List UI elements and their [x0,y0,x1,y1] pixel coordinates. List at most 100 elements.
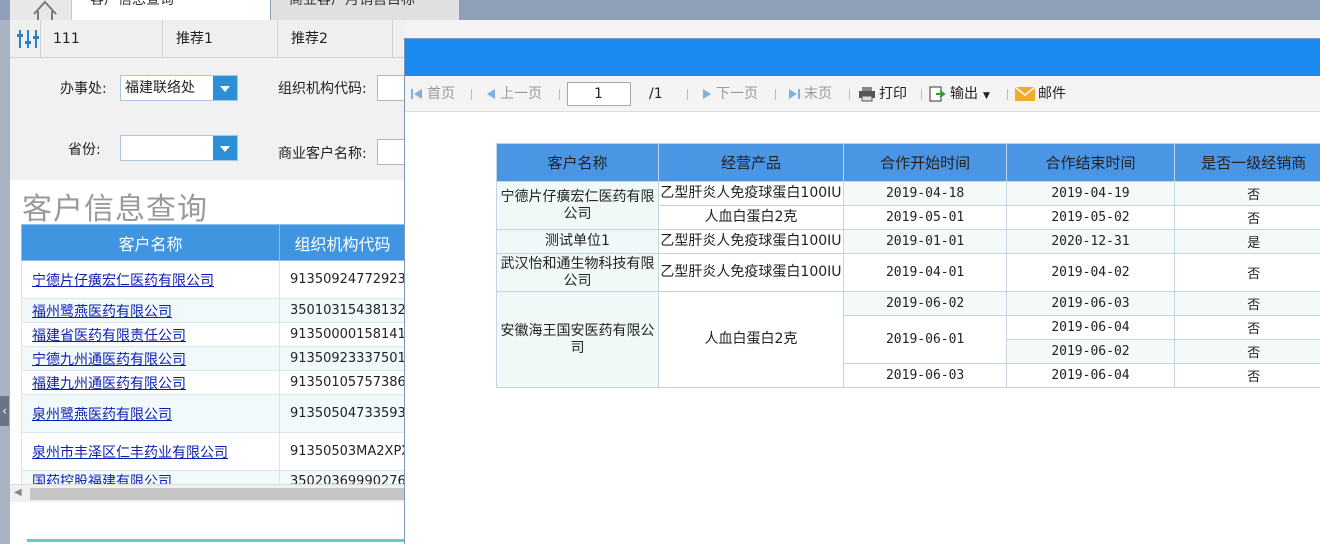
table-row: 安徽海王国安医药有限公司 人血白蛋白2克 2019-06-02 2019-06-… [495,291,1320,388]
collapse-left-icon[interactable]: ‹ [0,396,9,426]
last-page-icon [789,89,800,99]
report-cell-flag: 否 [1173,253,1320,292]
customer-name-cell: 福州鹭燕医药有限公司 [21,298,280,323]
table-row[interactable]: 福州鹭燕医药有限公司 350103154381328 [21,298,405,323]
org-code-input[interactable] [377,75,405,101]
customer-name-link[interactable]: 福建九州通医药有限公司 [32,376,186,392]
tab-monthly-sales-target[interactable]: 商业客户月销售目标 [271,0,459,20]
print-label: 打印 [879,86,907,102]
report-table: 客户名称 经营产品 合作开始时间 合作结束时间 是否一级经销商 宁德片仔癀宏仁医… [495,143,1320,388]
report-cell-start: 2019-04-18 [842,181,1008,206]
tab-customer-info[interactable]: 客户信息查询 [72,0,270,20]
customer-name-link[interactable]: 福州鹭燕医药有限公司 [32,304,172,320]
report-cell-end: 2019-06-04 [1006,363,1175,388]
report-cell-flag: 否 [1173,291,1320,316]
org-code-cell: 91350503MA2XPX6 [279,432,405,471]
province-label: 省份: [68,142,101,158]
customer-name-link[interactable]: 宁德九州通医药有限公司 [32,352,186,368]
customer-name-link[interactable]: 宁德片仔癀宏仁医药有限公司 [32,273,214,289]
customer-name-input[interactable] [377,139,405,165]
report-col-product: 经营产品 [658,143,844,182]
print-button[interactable]: 打印 [858,76,907,112]
report-cell-end: 2019-06-03 [1006,291,1175,316]
report-col-start: 合作开始时间 [842,143,1008,182]
scroll-left-icon[interactable]: ◀ [14,487,22,498]
report-cell-end: 2019-05-02 [1006,205,1175,230]
table-row[interactable]: 宁德九州通医药有限公司 913509233375011 [21,346,405,371]
prev-page-icon [487,89,495,99]
next-page-button[interactable]: 下一页 [701,76,758,112]
province-select[interactable] [120,135,238,161]
next-page-label: 下一页 [716,86,758,102]
filter-sliders-icon[interactable] [16,28,40,50]
column-header-customer-name[interactable]: 客户名称 [21,224,280,261]
report-dialog: 首页 上一页 1 /1 下一页 末页 打印 输出 ▼ 邮件 客户名称 经营产品 … [404,38,1320,544]
page-title: 客户信息查询 [22,192,208,227]
divider [1007,89,1008,100]
saved-query-111[interactable]: 111 [40,20,163,58]
org-code-label: 组织机构代码: [278,81,367,97]
report-cell-product: 人血白蛋白2克 [658,291,844,388]
report-cell-flag: 否 [1173,315,1320,340]
last-page-label: 末页 [804,86,832,102]
page-number-input[interactable]: 1 [567,82,631,106]
office-select[interactable]: 福建联络处 [120,75,238,101]
prev-page-button[interactable]: 上一页 [485,76,542,112]
customer-table: 客户名称 组织机构代码 宁德片仔癀宏仁医药有限公司 913509247729239… [21,224,405,492]
page-total: /1 [649,86,663,102]
scrollbar-thumb[interactable] [30,488,405,500]
table-header-row: 客户名称 组织机构代码 [21,224,405,261]
home-icon [33,0,57,20]
report-toolbar: 首页 上一页 1 /1 下一页 末页 打印 输出 ▼ 邮件 [405,76,1320,112]
customer-name-link[interactable]: 泉州市丰泽区仁丰药业有限公司 [32,445,228,461]
report-cell-start: 2019-06-03 [842,363,1008,388]
report-cell-flag: 否 [1173,205,1320,230]
table-row[interactable]: 福建省医药有限责任公司 913500001581419 [21,322,405,347]
customer-name-cell: 宁德片仔癀宏仁医药有限公司 [21,260,280,299]
report-cell-flag: 否 [1173,339,1320,364]
customer-name-link[interactable]: 泉州鹭燕医药有限公司 [32,407,172,423]
org-code-cell: 913501057573862 [279,370,405,395]
report-cell-flag: 否 [1173,181,1320,206]
horizontal-scrollbar[interactable]: ◀ [10,484,405,502]
first-page-icon [411,89,422,99]
email-button[interactable]: 邮件 [1015,76,1066,112]
customer-name-cell: 泉州市丰泽区仁丰药业有限公司 [21,432,280,471]
export-label: 输出 [950,86,978,102]
saved-query-recommend-1[interactable]: 推荐1 [164,20,278,58]
chevron-down-icon[interactable]: ▼ [983,91,990,101]
customer-name-cell: 宁德九州通医药有限公司 [21,346,280,371]
export-icon [929,86,946,102]
report-col-customer: 客户名称 [495,143,660,182]
last-page-button[interactable]: 末页 [787,76,832,112]
report-cell-start: 2019-01-01 [842,229,1008,254]
customer-name-cell: 福建省医药有限责任公司 [21,322,280,347]
customer-name-label: 商业客户名称: [278,146,367,162]
table-row[interactable]: 泉州鹭燕医药有限公司 913505047335938 [21,394,405,433]
chevron-down-icon[interactable] [213,136,237,160]
first-page-button[interactable]: 首页 [410,76,455,112]
table-row[interactable]: 泉州市丰泽区仁丰药业有限公司 91350503MA2XPX6 [21,432,405,471]
chevron-down-icon[interactable] [213,76,237,100]
table-row[interactable]: 福建九州通医药有限公司 913501057573862 [21,370,405,395]
export-button[interactable]: 输出 ▼ [929,76,990,112]
divider [849,89,850,100]
column-header-org-code[interactable]: 组织机构代码 [279,224,405,261]
table-row[interactable]: 宁德片仔癀宏仁医药有限公司 913509247729239 [21,260,405,299]
saved-query-recommend-2[interactable]: 推荐2 [279,20,393,58]
report-cell-product: 乙型肝炎人免疫球蛋白100IU [658,229,844,254]
report-cell-start: 2019-05-01 [842,205,1008,230]
office-label: 办事处: [60,81,107,97]
divider [27,539,405,542]
table-row: 武汉怡和通生物科技有限公司 乙型肝炎人免疫球蛋白100IU 2019-04-01… [495,253,1320,292]
report-cell-flag: 否 [1173,363,1320,388]
divider [921,89,922,100]
report-cell-customer: 武汉怡和通生物科技有限公司 [495,253,660,292]
saved-query-tabs: 111 推荐1 推荐2 [10,20,405,58]
org-code-cell: 350103154381328 [279,298,405,323]
customer-name-cell: 泉州鹭燕医药有限公司 [21,394,280,433]
report-cell-end: 2019-04-19 [1006,181,1175,206]
customer-name-link[interactable]: 福建省医药有限责任公司 [32,328,186,344]
prev-page-label: 上一页 [500,86,542,102]
home-button[interactable] [10,0,72,20]
